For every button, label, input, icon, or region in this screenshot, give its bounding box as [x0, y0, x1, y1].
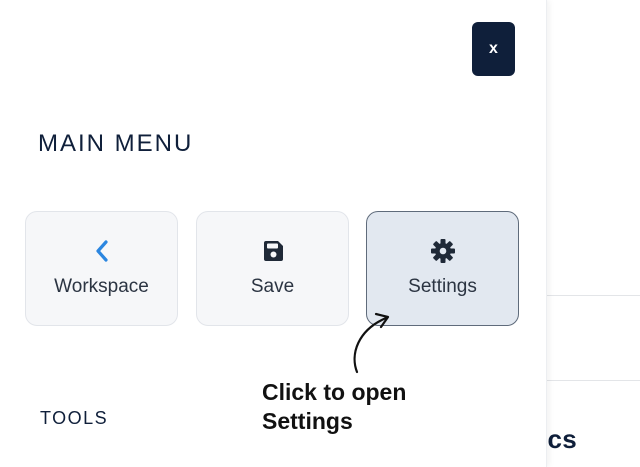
close-button[interactable]: x — [472, 22, 515, 76]
workspace-label: Workspace — [54, 276, 149, 297]
page: ics x MAIN MENU Workspace Save Settings … — [0, 0, 640, 467]
menu-title: MAIN MENU — [38, 130, 194, 157]
background-divider — [546, 380, 640, 381]
chevron-left-icon — [26, 238, 177, 264]
settings-label: Settings — [408, 276, 477, 297]
gear-icon — [367, 238, 518, 264]
callout-annotation: Click to open Settings — [262, 378, 406, 436]
callout-arrow-icon — [353, 312, 390, 374]
floppy-disk-icon — [197, 238, 348, 264]
save-label: Save — [250, 276, 295, 297]
save-button[interactable]: Save — [196, 211, 349, 326]
close-label: x — [489, 40, 498, 57]
background-divider — [546, 295, 640, 296]
tools-section-title: TOOLS — [40, 408, 109, 428]
background-content — [546, 0, 640, 467]
callout-line-2: Settings — [262, 408, 353, 434]
callout-line-1: Click to open — [262, 379, 407, 405]
workspace-button[interactable]: Workspace — [25, 211, 178, 326]
